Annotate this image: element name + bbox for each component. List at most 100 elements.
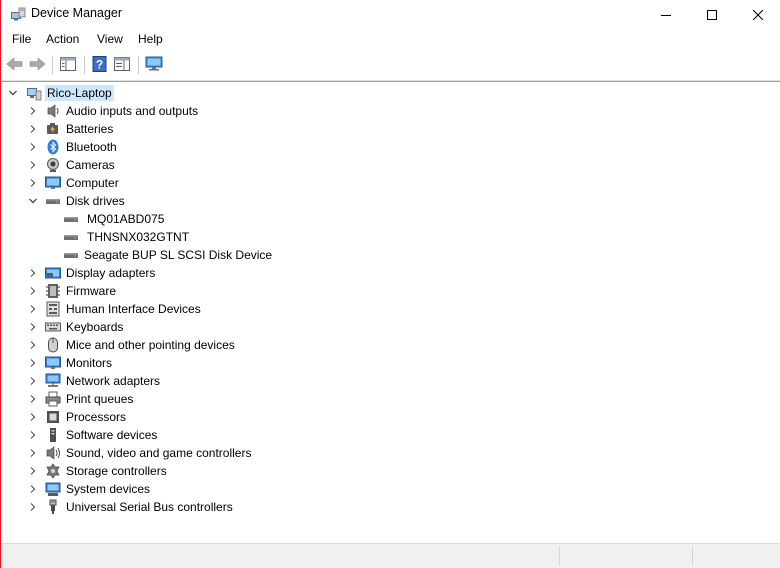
tree-category-label: Disk drives xyxy=(66,194,125,208)
show-hide-console-tree-icon xyxy=(60,56,76,74)
toolbar: ? xyxy=(1,50,780,81)
chevron-right-icon[interactable] xyxy=(28,322,38,332)
system-device-icon xyxy=(45,481,61,497)
firmware-icon xyxy=(45,283,61,299)
tree-category-label: Display adapters xyxy=(66,266,156,280)
tree-category-row[interactable]: Firmware xyxy=(1,282,301,300)
chevron-right-icon[interactable] xyxy=(28,124,38,134)
menu-file[interactable]: File xyxy=(10,32,33,46)
tree-category-row[interactable]: Computer xyxy=(1,174,301,192)
status-pane-divider xyxy=(559,546,560,566)
back-arrow-icon xyxy=(6,56,24,74)
status-bar xyxy=(1,543,780,568)
tree-category-label: Monitors xyxy=(66,356,113,370)
tree-category-row[interactable]: System devices xyxy=(1,480,301,498)
tree-root-label[interactable]: Rico-Laptop xyxy=(45,85,114,101)
software-device-icon xyxy=(45,427,61,443)
show-hide-console-tree-button[interactable] xyxy=(58,55,78,75)
title-bar[interactable]: Device Manager xyxy=(1,0,780,29)
storage-controller-icon xyxy=(45,463,61,479)
tree-category-row[interactable]: Print queues xyxy=(1,390,301,408)
tree-category-label: Processors xyxy=(66,410,127,424)
tree-category-row[interactable]: Network adapters xyxy=(1,372,301,390)
chevron-right-icon[interactable] xyxy=(28,466,38,476)
close-button[interactable] xyxy=(735,0,780,29)
menu-action[interactable]: Action xyxy=(44,32,81,46)
forward-button[interactable] xyxy=(27,55,47,75)
back-button[interactable] xyxy=(5,55,25,75)
menu-help[interactable]: Help xyxy=(136,32,165,46)
close-icon xyxy=(753,9,763,20)
tree-device-row[interactable]: MQ01ABD075 xyxy=(1,210,301,228)
tree-category-row[interactable]: Audio inputs and outputs xyxy=(1,102,301,120)
toolbar-separator xyxy=(138,56,139,74)
toolbar-separator xyxy=(52,56,53,74)
tree-category-row[interactable]: Processors xyxy=(1,408,301,426)
chevron-right-icon[interactable] xyxy=(28,412,38,422)
tree-category-row[interactable]: Universal Serial Bus controllers xyxy=(1,498,301,516)
chevron-right-icon[interactable] xyxy=(28,376,38,386)
tree-category-row[interactable]: Batteries xyxy=(1,120,301,138)
tree-category-row[interactable]: Disk drives xyxy=(1,192,301,210)
tree-device-row[interactable]: Seagate BUP SL SCSI Disk Device xyxy=(1,246,301,264)
chevron-right-icon[interactable] xyxy=(28,484,38,494)
tree-category-label: Batteries xyxy=(66,122,114,136)
chevron-right-icon[interactable] xyxy=(28,394,38,404)
tree-category-row[interactable]: Human Interface Devices xyxy=(1,300,301,318)
disk-drive-icon xyxy=(63,211,79,227)
chevron-down-icon[interactable] xyxy=(28,196,38,206)
tree-category-row[interactable]: Sound, video and game controllers xyxy=(1,444,301,462)
hid-icon xyxy=(45,301,61,317)
tree-category-row[interactable]: Cameras xyxy=(1,156,301,174)
chevron-right-icon[interactable] xyxy=(28,502,38,512)
tree-category-row[interactable]: Storage controllers xyxy=(1,462,301,480)
tree-category-row[interactable]: Mice and other pointing devices xyxy=(1,336,301,354)
chevron-right-icon[interactable] xyxy=(28,304,38,314)
chevron-right-icon[interactable] xyxy=(28,268,38,278)
chevron-right-icon[interactable] xyxy=(28,448,38,458)
chevron-right-icon[interactable] xyxy=(28,178,38,188)
help-button[interactable]: ? xyxy=(90,55,110,75)
tree-category-label: Firmware xyxy=(66,284,116,298)
tree-device-label: MQ01ABD075 xyxy=(87,212,165,226)
maximize-button[interactable] xyxy=(689,0,735,29)
scan-hardware-button[interactable] xyxy=(144,55,164,75)
network-adapter-icon xyxy=(45,373,61,389)
chevron-right-icon[interactable] xyxy=(28,340,38,350)
device-tree[interactable]: Rico-Laptop Audio inputs and outputs Bat… xyxy=(1,81,780,544)
chevron-right-icon[interactable] xyxy=(28,106,38,116)
chevron-right-icon[interactable] xyxy=(28,430,38,440)
window-title: Device Manager xyxy=(31,6,123,20)
tree-category-label: Audio inputs and outputs xyxy=(66,104,199,118)
tree-category-label: Software devices xyxy=(66,428,158,442)
tree-category-label: Human Interface Devices xyxy=(66,302,201,316)
tree-category-row[interactable]: Software devices xyxy=(1,426,301,444)
tree-category-label: Print queues xyxy=(66,392,134,406)
tree-category-label: Cameras xyxy=(66,158,115,172)
menu-view[interactable]: View xyxy=(95,32,125,46)
monitor-icon xyxy=(45,175,61,191)
tree-category-row[interactable]: Monitors xyxy=(1,354,301,372)
tree-category-row[interactable]: Display adapters xyxy=(1,264,301,282)
speaker-icon xyxy=(45,103,61,119)
minimize-button[interactable] xyxy=(643,0,689,29)
keyboard-icon xyxy=(45,319,61,335)
chevron-right-icon[interactable] xyxy=(28,358,38,368)
chevron-right-icon[interactable] xyxy=(28,286,38,296)
usb-icon xyxy=(45,499,61,515)
tree-root-row[interactable]: Rico-Laptop xyxy=(1,84,201,102)
chevron-right-icon[interactable] xyxy=(28,160,38,170)
tree-category-row[interactable]: Keyboards xyxy=(1,318,301,336)
tree-category-row[interactable]: Bluetooth xyxy=(1,138,301,156)
properties-pane-button[interactable] xyxy=(112,55,132,75)
chevron-down-icon[interactable] xyxy=(8,88,18,98)
battery-icon xyxy=(45,121,61,137)
help-icon: ? xyxy=(92,55,108,75)
computer-icon xyxy=(26,85,42,101)
device-manager-icon xyxy=(10,6,26,22)
chevron-right-icon[interactable] xyxy=(28,142,38,152)
tree-device-row[interactable]: THNSNX032GTNT xyxy=(1,228,301,246)
tree-category-label: Bluetooth xyxy=(66,140,117,154)
camera-icon xyxy=(45,157,61,173)
tree-device-label: THNSNX032GTNT xyxy=(87,230,190,244)
